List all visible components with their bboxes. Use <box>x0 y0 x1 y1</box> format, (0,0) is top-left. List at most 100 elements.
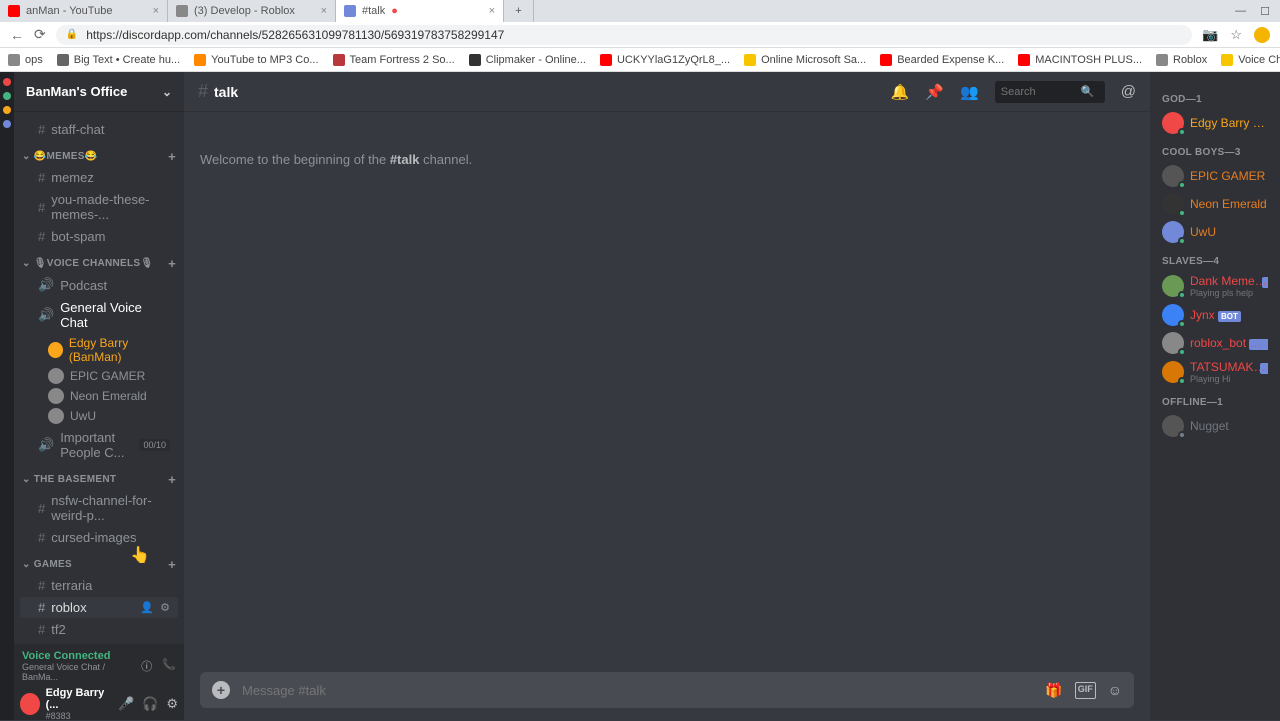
members-icon[interactable]: 👥 <box>960 83 979 101</box>
member-item[interactable]: EPIC GAMER <box>1158 162 1272 190</box>
url-text: https://discordapp.com/channels/52826563… <box>86 28 504 42</box>
bookmark-item[interactable]: MACINTOSH PLUS... <box>1018 54 1142 66</box>
voice-status-label: Voice Connected <box>22 650 141 662</box>
bookmark-item[interactable]: Clipmaker - Online... <box>469 54 586 66</box>
text-channel[interactable]: #tf2 <box>20 619 178 640</box>
profile-icon[interactable] <box>1254 27 1270 43</box>
star-icon[interactable]: ☆ <box>1230 27 1242 43</box>
member-item[interactable]: TATSUMAKI BOTPlaying Hi <box>1158 357 1272 387</box>
browser-tab[interactable]: (3) Develop - Roblox× <box>168 0 336 22</box>
hash-icon: # <box>38 200 45 215</box>
text-channel[interactable]: #nsfw-channel-for-weird-p... <box>20 490 178 526</box>
emoji-icon[interactable]: ☺ <box>1108 682 1122 699</box>
welcome-text: Welcome to the beginning of the #talk ch… <box>200 152 1134 167</box>
member-item[interactable]: Edgy Barry (BanMa <box>1158 109 1272 137</box>
back-icon[interactable]: ← <box>10 27 24 43</box>
reload-icon[interactable]: ⟳ <box>34 26 46 43</box>
category-header[interactable]: ⌄ GAMES+ <box>14 549 184 574</box>
hash-icon: # <box>38 501 45 516</box>
hash-icon: # <box>38 600 45 615</box>
bookmark-item[interactable]: Roblox <box>1156 54 1207 66</box>
text-channel[interactable]: #memez <box>20 167 178 188</box>
voice-user[interactable]: EPIC GAMER <box>14 366 184 386</box>
close-icon[interactable]: × <box>321 5 327 17</box>
member-item[interactable]: roblox_bot BOT <box>1158 329 1272 357</box>
invite-icon[interactable]: 👤 <box>140 601 154 614</box>
attach-icon[interactable]: + <box>212 681 230 699</box>
member-item[interactable]: Dank Memer BOTPlaying pls help <box>1158 271 1272 301</box>
text-channel[interactable]: #terraria <box>20 575 178 596</box>
new-tab-button[interactable]: + <box>504 0 534 22</box>
channel-title: talk <box>214 84 238 100</box>
avatar[interactable] <box>20 693 40 715</box>
voice-channel[interactable]: 🔊Podcast <box>20 274 178 296</box>
speaker-icon: 🔊 <box>38 277 54 293</box>
voice-user[interactable]: Edgy Barry (BanMan) <box>14 334 184 366</box>
hash-icon: # <box>38 622 45 637</box>
bookmark-item[interactable]: Online Microsoft Sa... <box>744 54 866 66</box>
search-box[interactable]: 🔍 <box>995 81 1105 103</box>
hash-icon: # <box>38 578 45 593</box>
bell-icon[interactable]: 🔔 <box>891 83 910 101</box>
hash-icon: # <box>38 122 45 137</box>
message-input-container: + 🎁 GIF ☺ <box>200 672 1134 708</box>
disconnect-icon[interactable]: 📞 <box>162 658 176 674</box>
gift-icon[interactable]: 🎁 <box>1045 682 1062 699</box>
category-header[interactable]: ⌄ 🎙VOICE CHANNELS🎙+ <box>14 248 184 273</box>
deafen-icon[interactable]: 🎧 <box>142 696 158 712</box>
close-icon[interactable]: × <box>489 5 495 17</box>
lock-icon: 🔒 <box>66 29 78 40</box>
mentions-icon[interactable]: @ <box>1121 83 1136 100</box>
gear-icon[interactable]: ⚙ <box>160 601 170 614</box>
bookmark-item[interactable]: ops <box>8 54 43 66</box>
url-input[interactable]: 🔒 https://discordapp.com/channels/528265… <box>56 25 1192 45</box>
category-header[interactable]: ⌄ THE BASEMENT+ <box>14 464 184 489</box>
text-channel[interactable]: #bot-spam <box>20 226 178 247</box>
text-channel[interactable]: #roblox👤⚙ <box>20 597 178 618</box>
voice-user[interactable]: Neon Emerald <box>14 386 184 406</box>
text-channel[interactable]: #staff-chat <box>20 119 178 140</box>
server-header[interactable]: BanMan's Office ⌄ <box>14 72 184 112</box>
member-item[interactable]: Jynx BOT <box>1158 301 1272 329</box>
chat-header: # talk 🔔 📌 👥 🔍 @ <box>184 72 1150 112</box>
add-channel-icon[interactable]: + <box>168 472 176 487</box>
settings-icon[interactable]: ⚙ <box>166 696 178 712</box>
browser-tab[interactable]: anMan - YouTube× <box>0 0 168 22</box>
bookmark-item[interactable]: YouTube to MP3 Co... <box>194 54 318 66</box>
add-channel-icon[interactable]: + <box>168 557 176 572</box>
member-item[interactable]: Nugget <box>1158 412 1272 440</box>
close-icon[interactable]: × <box>153 5 159 17</box>
gif-icon[interactable]: GIF <box>1075 682 1096 699</box>
bookmarks-bar: ops Big Text • Create hu... YouTube to MP3… <box>0 48 1280 72</box>
speaker-icon: 🔊 <box>38 437 54 453</box>
minimize-icon[interactable]: — <box>1235 5 1246 18</box>
add-channel-icon[interactable]: + <box>168 149 176 164</box>
search-input[interactable] <box>1001 86 1081 98</box>
bookmark-item[interactable]: Big Text • Create hu... <box>57 54 180 66</box>
text-channel[interactable]: #cursed-images <box>20 527 178 548</box>
voice-channel[interactable]: 🔊General Voice Chat <box>20 297 178 333</box>
browser-tab[interactable]: #talk●× <box>336 0 504 22</box>
camera-icon[interactable]: 📷 <box>1202 27 1218 43</box>
maximize-icon[interactable]: ☐ <box>1260 5 1270 18</box>
voice-channel[interactable]: 🔊Important People C...00/10 <box>20 427 178 463</box>
hash-icon: # <box>198 81 208 102</box>
server-list[interactable] <box>0 72 14 720</box>
address-bar: ← ⟳ 🔒 https://discordapp.com/channels/52… <box>0 22 1280 48</box>
message-input[interactable] <box>242 683 1033 698</box>
member-item[interactable]: Neon Emerald <box>1158 190 1272 218</box>
window-controls: — ☐ <box>1235 5 1280 18</box>
add-channel-icon[interactable]: + <box>168 256 176 271</box>
bookmark-item[interactable]: Voice Changer - On... <box>1221 54 1280 66</box>
mute-icon[interactable]: 🎤 <box>118 696 134 712</box>
member-item[interactable]: UwU <box>1158 218 1272 246</box>
info-icon[interactable]: ⓘ <box>141 658 152 674</box>
category-header[interactable]: ⌄ 😂MEMES😂+ <box>14 141 184 166</box>
role-header: COOL BOYS—3 <box>1162 147 1272 158</box>
bookmark-item[interactable]: UCKYYlaG1ZyQrL8_... <box>600 54 730 66</box>
pin-icon[interactable]: 📌 <box>925 83 944 101</box>
bookmark-item[interactable]: Bearded Expense K... <box>880 54 1004 66</box>
text-channel[interactable]: #you-made-these-memes-... <box>20 189 178 225</box>
bookmark-item[interactable]: Team Fortress 2 So... <box>333 54 455 66</box>
voice-user[interactable]: UwU <box>14 406 184 426</box>
